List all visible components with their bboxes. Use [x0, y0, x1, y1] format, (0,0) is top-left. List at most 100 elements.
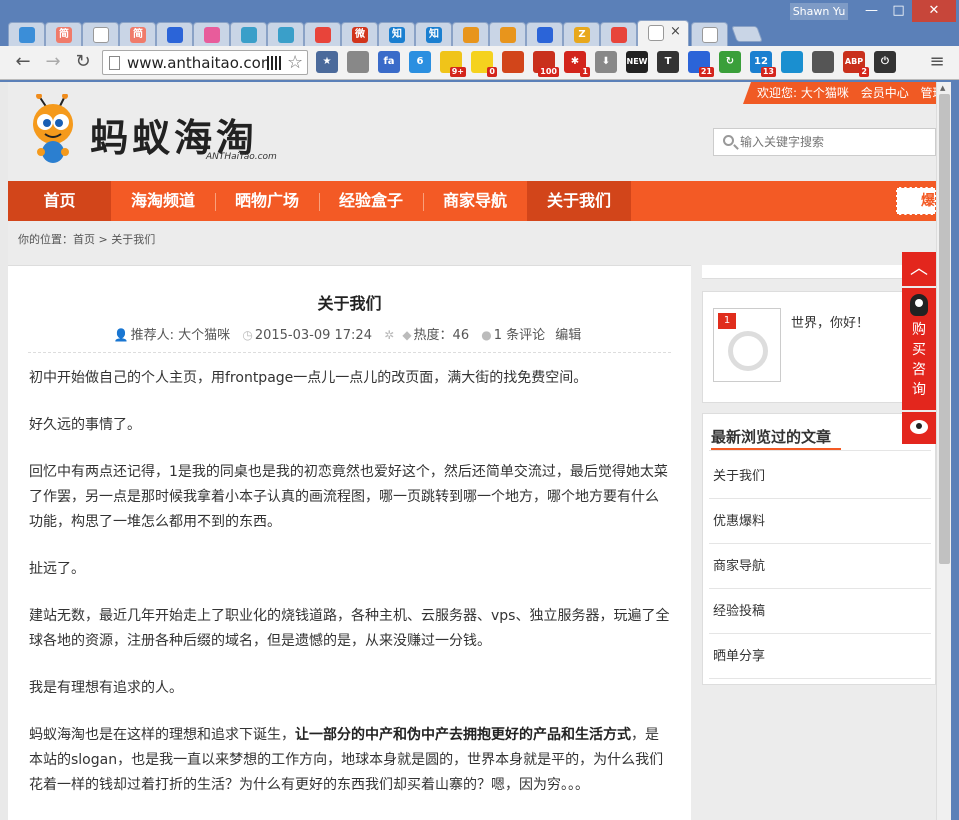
latest-post-link[interactable]: 世界，你好！ — [791, 312, 869, 331]
welcome-link[interactable]: 欢迎您: 大个猫咪 — [757, 86, 849, 100]
scrollbar-thumb[interactable] — [939, 94, 950, 564]
evernote-icon[interactable] — [812, 51, 834, 73]
adblock-icon[interactable]: ABP 2 — [843, 51, 869, 77]
address-bar[interactable]: www.anthaitao.com ☆ — [102, 50, 308, 75]
note-icon[interactable]: 0 — [471, 51, 497, 77]
nav-experience-box[interactable]: 经验盒子 — [319, 181, 423, 221]
recent-article-link[interactable]: 商家导航 — [709, 544, 931, 589]
page-icon — [109, 56, 120, 70]
nav-haitao-channel[interactable]: 海淘频道 — [111, 181, 215, 221]
maximize-button[interactable]: □ — [885, 0, 912, 22]
url-text: www.anthaitao.com — [127, 54, 276, 72]
asterisk-icon[interactable]: ✱ 1 — [564, 51, 590, 77]
bookmark-star-icon[interactable]: ☆ — [287, 52, 303, 73]
close-tab-icon[interactable]: × — [670, 24, 681, 39]
extension-badge: 21 — [698, 67, 714, 77]
download-icon[interactable]: ⬇ — [595, 51, 617, 73]
menu-icon[interactable]: ≡ — [926, 51, 948, 73]
extension-label: ⬇ — [601, 56, 611, 67]
browser-tab[interactable]: 知 — [415, 22, 452, 46]
site-favicon — [19, 27, 35, 43]
paragraph: 建站无数，最近几年开始走上了职业化的烧钱道路，各种主机、云服务器、vps、独立服… — [29, 608, 670, 649]
t-icon[interactable]: T — [657, 51, 679, 73]
recent-article-link[interactable]: 关于我们 — [709, 454, 931, 499]
article-panel: 关于我们 👤 推荐人: 大个猫咪 ◷ 2015-03-09 17:24 ✲ ◆ 热度：… — [8, 265, 691, 820]
search-box[interactable] — [713, 128, 936, 156]
window-close-button[interactable]: ✕ — [912, 0, 956, 22]
browser-tab[interactable] — [526, 22, 563, 46]
welcome-bar: 欢迎您: 大个猫咪 会员中心 管理 — [743, 82, 936, 104]
browser-tab[interactable] — [156, 22, 193, 46]
duck-icon[interactable] — [502, 51, 524, 73]
ant-mascot-logo[interactable] — [25, 94, 85, 166]
new-icon[interactable]: NEW — [626, 51, 648, 73]
qr-code-icon[interactable] — [267, 56, 281, 70]
browser-tab[interactable] — [267, 22, 304, 46]
browser-tab[interactable] — [600, 22, 637, 46]
browser-tab[interactable]: 简 — [45, 22, 82, 46]
browser-tab[interactable]: 简 — [119, 22, 156, 46]
back-icon[interactable]: ← — [12, 51, 34, 73]
weibo-button[interactable] — [902, 412, 936, 444]
nav-merchant-guide[interactable]: 商家导航 — [423, 181, 527, 221]
new-tab-button[interactable] — [731, 26, 763, 42]
browser-tab[interactable]: 微 — [341, 22, 378, 46]
extension-badge: 2 — [859, 67, 869, 77]
article-comments[interactable]: 1 条评论 — [494, 328, 545, 343]
browser-tab[interactable] — [8, 22, 45, 46]
nav-show-square[interactable]: 晒物广场 — [215, 181, 319, 221]
recent-article-link[interactable]: 晒单分享 — [709, 634, 931, 679]
scroll-up-arrow-icon[interactable]: ▲ — [940, 84, 945, 92]
browser-tab[interactable]: × — [637, 20, 689, 46]
mail-icon[interactable]: 100 — [533, 51, 559, 77]
recent-article-link[interactable]: 经验投稿 — [709, 589, 931, 634]
forward-icon[interactable]: → — [42, 51, 64, 73]
browser-tab[interactable] — [304, 22, 341, 46]
browser-tab[interactable] — [230, 22, 267, 46]
nav-home[interactable]: 首页 — [8, 181, 111, 221]
recent-article-link[interactable]: 优惠爆料 — [709, 499, 931, 544]
consult-char: 买 — [912, 342, 926, 358]
power-icon[interactable]: ⏻ — [874, 51, 896, 73]
edge-icon[interactable] — [781, 51, 803, 73]
extension-label: 12 — [754, 56, 768, 67]
calendar-icon[interactable]: 21 — [688, 51, 714, 77]
purchase-consult-button[interactable]: 购 买 咨 询 — [902, 288, 936, 410]
browser-tab[interactable]: 知 — [378, 22, 415, 46]
browser-tab[interactable] — [691, 22, 728, 46]
post-thumbnail[interactable]: 1 — [713, 308, 781, 382]
notification-icon[interactable]: 9+ — [440, 51, 466, 77]
browser-tab[interactable] — [489, 22, 526, 46]
article-meta: 👤 推荐人: 大个猫咪 ◷ 2015-03-09 17:24 ✲ ◆ 热度：46 ● 1… — [8, 324, 691, 343]
minimize-button[interactable]: — — [858, 0, 885, 22]
bookmark-star-icon[interactable]: ★ — [316, 51, 338, 73]
six-icon[interactable]: 6 — [409, 51, 431, 73]
search-input[interactable] — [740, 134, 930, 150]
back-to-top-button[interactable]: ︿ — [902, 252, 936, 286]
placeholder-logo-icon — [728, 331, 768, 371]
profile-name[interactable]: Shawn Yu — [790, 3, 848, 20]
browser-tab[interactable] — [452, 22, 489, 46]
edit-link[interactable]: 编辑 — [555, 328, 581, 343]
member-center-link[interactable]: 会员中心 — [861, 86, 909, 100]
fa-icon[interactable]: fa — [378, 51, 400, 73]
paragraph: 回忆中有两点还记得，1是我的同桌也是我的初恋竟然也爱好这个，然后还简单交流过，最… — [29, 464, 668, 530]
refresh-icon[interactable]: ↻ — [719, 51, 741, 73]
twelve-icon[interactable]: 12 13 — [750, 51, 776, 77]
browser-tab[interactable] — [193, 22, 230, 46]
reload-icon[interactable]: ↻ — [72, 51, 94, 73]
paragraph: 初中开始做自己的个人主页，用frontpage一点儿一点儿的改页面，满大街的找免… — [29, 370, 588, 386]
browser-tab[interactable]: Z — [563, 22, 600, 46]
page-scrollbar[interactable]: ▲ — [936, 82, 951, 820]
search-icon[interactable] — [723, 135, 734, 146]
recent-articles-title: 最新浏览过的文章 — [711, 428, 832, 446]
jian-icon: 简 — [56, 27, 72, 43]
nav-deals-button[interactable]: 爆 — [896, 187, 936, 215]
e-icon — [315, 27, 331, 43]
manage-link[interactable]: 管理 — [921, 86, 936, 100]
globe-icon[interactable] — [347, 51, 369, 73]
nav-about-us[interactable]: 关于我们 — [527, 181, 631, 221]
colorful-icon — [611, 27, 627, 43]
browser-tab[interactable] — [82, 22, 119, 46]
paragraph: 好久远的事情了。 — [29, 417, 141, 433]
